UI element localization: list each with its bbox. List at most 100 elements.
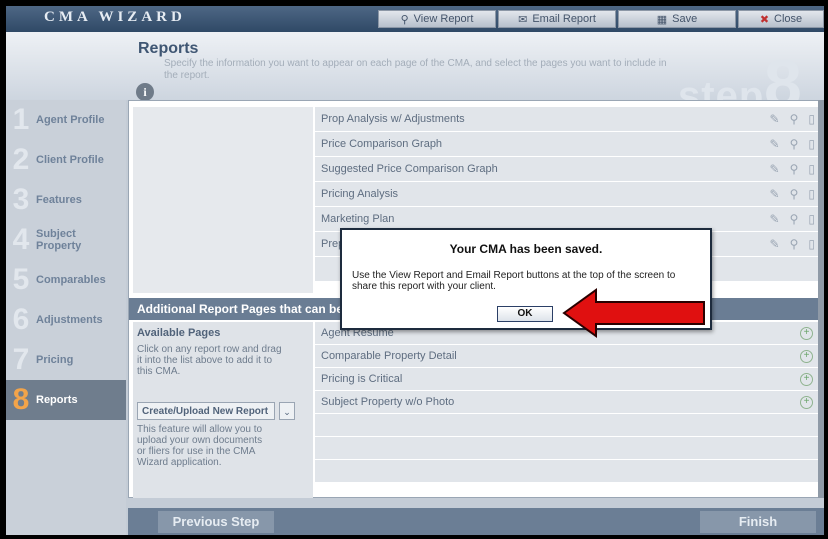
available-pages-description: Click on any report row and drag it into… xyxy=(137,344,282,377)
available-page-label: Comparable Property Detail xyxy=(321,350,457,362)
sidebar-item-client-profile[interactable]: 2 Client Profile xyxy=(6,140,126,180)
step-number: 4 xyxy=(12,223,30,256)
app-logo: CMA WIZARD xyxy=(44,9,186,25)
floppy-disk-icon: ▦ xyxy=(656,13,668,26)
step-number: 5 xyxy=(12,263,30,296)
report-page-label: Pricing Analysis xyxy=(321,188,399,200)
sidebar-item-label: Subject Property xyxy=(36,228,82,252)
sidebar-item-adjustments[interactable]: 6 Adjustments xyxy=(6,300,126,340)
list-item[interactable]: Suggested Price Comparison Graph ✎ ⚲ ▯ xyxy=(315,157,823,182)
pencil-icon[interactable]: ✎ xyxy=(770,157,780,181)
arrow-shape xyxy=(562,288,705,338)
magnifier-icon[interactable]: ⚲ xyxy=(790,182,799,206)
pencil-icon[interactable]: ✎ xyxy=(770,207,780,231)
save-button[interactable]: ▦ Save xyxy=(618,10,736,28)
report-preview-area xyxy=(133,107,313,293)
add-icon[interactable]: + xyxy=(800,373,813,386)
close-label: Close xyxy=(774,13,803,25)
sidebar-item-label: Comparables xyxy=(36,274,106,286)
list-item[interactable]: Comparable Property Detail + xyxy=(315,345,823,368)
sidebar-item-subject-property[interactable]: 4 Subject Property xyxy=(6,220,126,260)
add-icon[interactable]: + xyxy=(800,350,813,363)
vertical-scrollbar[interactable] xyxy=(818,100,824,498)
page-header: Reports i Specify the information you wa… xyxy=(6,32,824,118)
report-page-label: Marketing Plan xyxy=(321,213,395,225)
list-item-empty xyxy=(315,460,823,483)
report-page-label: Price Comparison Graph xyxy=(321,138,443,150)
trash-icon[interactable]: ▯ xyxy=(808,107,815,131)
pencil-icon[interactable]: ✎ xyxy=(770,232,780,256)
cma-wizard-window: CMA WIZARD ⚲ View Report ✉ Email Report … xyxy=(6,6,824,535)
view-report-label: View Report xyxy=(413,13,474,25)
trash-icon[interactable]: ▯ xyxy=(808,232,815,256)
instructions-text: Specify the information you want to appe… xyxy=(164,58,667,81)
pencil-icon[interactable]: ✎ xyxy=(770,182,780,206)
magnifier-icon[interactable]: ⚲ xyxy=(790,157,799,181)
sidebar-item-comparables[interactable]: 5 Comparables xyxy=(6,260,126,300)
sidebar-item-label: Pricing xyxy=(36,354,74,366)
save-label: Save xyxy=(672,13,698,25)
step-number: 2 xyxy=(12,143,30,176)
list-item-empty xyxy=(315,414,823,437)
available-pages-panel: Available Pages Click on any report row … xyxy=(133,322,313,498)
pencil-icon[interactable]: ✎ xyxy=(770,107,780,131)
dialog-title: Your CMA has been saved. xyxy=(449,242,603,256)
top-toolbar: CMA WIZARD ⚲ View Report ✉ Email Report … xyxy=(6,6,824,32)
report-page-label: Prop Analysis w/ Adjustments xyxy=(321,113,465,125)
step-number: 3 xyxy=(12,183,30,216)
sidebar-item-label: Client Profile xyxy=(36,154,104,166)
sidebar-item-label: Agent Profile xyxy=(36,114,105,126)
list-item[interactable]: Pricing Analysis ✎ ⚲ ▯ xyxy=(315,182,823,207)
list-item[interactable]: Subject Property w/o Photo + xyxy=(315,391,823,414)
page-title: Reports xyxy=(138,40,199,57)
add-icon[interactable]: + xyxy=(800,396,813,409)
finish-button[interactable]: Finish xyxy=(700,511,816,533)
magnifier-icon[interactable]: ⚲ xyxy=(790,107,799,131)
ok-button[interactable]: OK xyxy=(497,306,553,322)
sidebar-item-label: Adjustments xyxy=(36,314,103,326)
sidebar-item-label: Reports xyxy=(36,394,78,406)
view-report-button[interactable]: ⚲ View Report xyxy=(378,10,496,28)
info-icon: i xyxy=(136,83,154,101)
sidebar-item-features[interactable]: 3 Features xyxy=(6,180,126,220)
trash-icon[interactable]: ▯ xyxy=(808,182,815,206)
wizard-steps-sidebar: 1 Agent Profile 2 Client Profile 3 Featu… xyxy=(6,100,126,535)
close-button[interactable]: ✖ Close xyxy=(738,10,824,28)
sidebar-item-label: Features xyxy=(36,194,82,206)
trash-icon[interactable]: ▯ xyxy=(808,132,815,156)
list-item[interactable]: Price Comparison Graph ✎ ⚲ ▯ xyxy=(315,132,823,157)
trash-icon[interactable]: ▯ xyxy=(808,207,815,231)
step-number: 7 xyxy=(12,343,30,376)
wizard-footer: Previous Step Finish xyxy=(128,508,824,535)
add-icon[interactable]: + xyxy=(800,327,813,340)
list-item[interactable]: Pricing is Critical + xyxy=(315,368,823,391)
chevron-down-icon[interactable]: ⌄ xyxy=(279,402,295,420)
pencil-icon[interactable]: ✎ xyxy=(770,132,780,156)
step-number: 6 xyxy=(12,303,30,336)
report-page-label: Suggested Price Comparison Graph xyxy=(321,163,498,175)
list-item-empty xyxy=(315,437,823,460)
magnifier-icon[interactable]: ⚲ xyxy=(790,132,799,156)
list-item[interactable]: Prop Analysis w/ Adjustments ✎ ⚲ ▯ xyxy=(315,107,823,132)
sidebar-item-reports[interactable]: 8 Reports xyxy=(6,380,126,420)
available-page-label: Subject Property w/o Photo xyxy=(321,396,455,408)
create-upload-report-button[interactable]: Create/Upload New Report xyxy=(137,402,275,420)
magnifier-icon[interactable]: ⚲ xyxy=(790,232,799,256)
step-number: 8 xyxy=(12,383,30,416)
close-icon: ✖ xyxy=(759,13,770,26)
envelope-icon: ✉ xyxy=(518,13,528,26)
sidebar-item-agent-profile[interactable]: 1 Agent Profile xyxy=(6,100,126,140)
available-pages-list: Agent Resume + Comparable Property Detai… xyxy=(315,322,823,483)
previous-step-button[interactable]: Previous Step xyxy=(158,511,274,533)
magnifier-icon[interactable]: ⚲ xyxy=(790,207,799,231)
upload-feature-description: This feature will allow you to upload yo… xyxy=(137,424,263,468)
step-number: 1 xyxy=(12,103,30,136)
email-report-button[interactable]: ✉ Email Report xyxy=(498,10,616,28)
sidebar-item-pricing[interactable]: 7 Pricing xyxy=(6,340,126,380)
magnifier-icon: ⚲ xyxy=(400,13,409,26)
email-report-label: Email Report xyxy=(532,13,596,25)
red-arrow-annotation xyxy=(562,288,705,338)
available-page-label: Pricing is Critical xyxy=(321,373,403,385)
trash-icon[interactable]: ▯ xyxy=(808,157,815,181)
available-pages-title: Available Pages xyxy=(137,327,221,339)
